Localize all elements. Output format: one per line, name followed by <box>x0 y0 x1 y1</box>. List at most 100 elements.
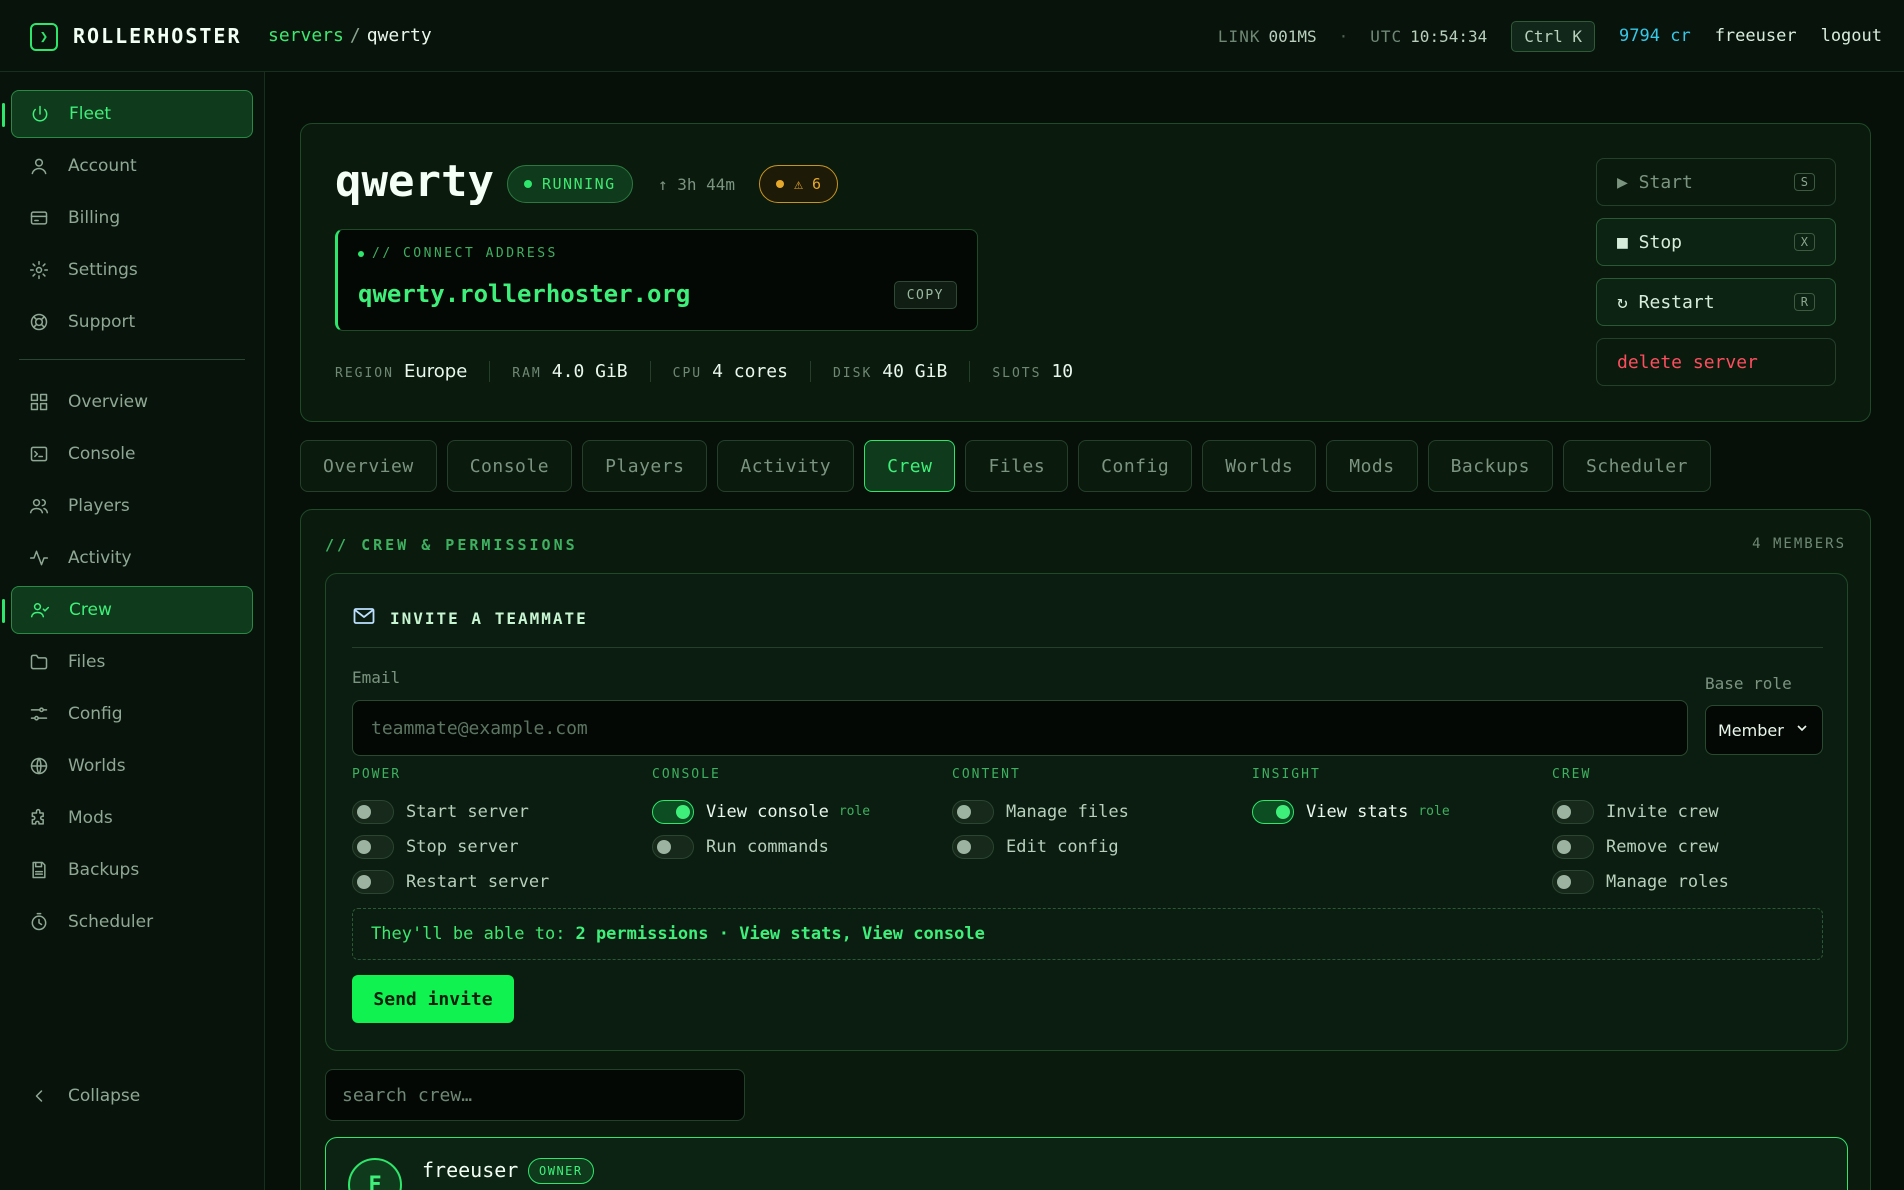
delete-server-button[interactable]: delete server <box>1596 338 1836 386</box>
sidebar-item-config[interactable]: Config <box>11 690 253 738</box>
collapse-label: Collapse <box>68 1086 141 1106</box>
perm-toggle[interactable] <box>352 834 394 859</box>
perm-toggle[interactable] <box>652 799 694 824</box>
sidebar-item-label: Scheduler <box>68 912 154 932</box>
sidebar-item-label: Activity <box>68 548 132 568</box>
perm-toggle[interactable] <box>1552 834 1594 859</box>
restart-button[interactable]: ↻ Restart R <box>1596 278 1836 326</box>
username-link[interactable]: freeuser <box>1715 26 1797 46</box>
perm-label: Manage roles <box>1606 871 1729 892</box>
tab-overview[interactable]: Overview <box>300 440 437 492</box>
perm-toggle[interactable] <box>652 834 694 859</box>
connect-address[interactable]: qwerty.rollerhoster.org <box>358 280 690 308</box>
start-label: ▶ Start <box>1617 171 1693 193</box>
tab-players[interactable]: Players <box>582 440 708 492</box>
tab-backups[interactable]: Backups <box>1427 440 1553 492</box>
sidebar-item-mods[interactable]: Mods <box>11 794 253 842</box>
breadcrumb-servers-link[interactable]: servers <box>268 25 344 46</box>
sidebar-item-overview[interactable]: Overview <box>11 378 253 426</box>
search-crew-input[interactable] <box>325 1069 745 1121</box>
sidebar-item-crew[interactable]: Crew <box>2 586 253 634</box>
perm-view-stats[interactable]: View stats role <box>1252 794 1450 829</box>
spec-value: Europe <box>403 360 468 382</box>
envelope-icon <box>352 604 376 632</box>
connect-address-label: // CONNECT ADDRESS <box>358 246 558 261</box>
sidebar-item-label: Overview <box>68 392 149 412</box>
sidebar-item-files[interactable]: Files <box>11 638 253 686</box>
stop-button[interactable]: ■ Stop X <box>1596 218 1836 266</box>
tab-files[interactable]: Files <box>965 440 1069 492</box>
perm-restart-server[interactable]: Restart server <box>352 864 549 899</box>
copy-address-button[interactable]: COPY <box>893 281 957 309</box>
perm-edit-config[interactable]: Edit config <box>952 829 1129 864</box>
perm-toggle[interactable] <box>1252 799 1294 824</box>
sidebar-item-label: Fleet <box>69 104 112 124</box>
sidebar-item-players[interactable]: Players <box>11 482 253 530</box>
warnings-badge[interactable]: ⚠ 6 <box>759 165 839 203</box>
sidebar-item-settings[interactable]: Settings <box>11 246 253 294</box>
perm-manage-roles[interactable]: Manage roles <box>1552 864 1729 899</box>
perm-remove-crew[interactable]: Remove crew <box>1552 829 1729 864</box>
summary-prefix: They'll be able to: <box>371 924 566 944</box>
save-icon <box>27 858 51 882</box>
credits-balance[interactable]: 9794 cr <box>1619 26 1691 46</box>
logo-icon[interactable]: ❯ <box>30 23 58 51</box>
perm-group-crew: CREW Invite crew Remove crew Manage role… <box>1552 767 1729 899</box>
perm-group-title: POWER <box>352 767 402 782</box>
sidebar-item-label: Files <box>68 652 106 672</box>
utc-clock: 10:54:34 <box>1410 26 1488 46</box>
tab-crew[interactable]: Crew <box>864 440 956 492</box>
sidebar-item-fleet[interactable]: Fleet <box>2 90 253 138</box>
tab-mods[interactable]: Mods <box>1326 440 1418 492</box>
sliders-icon <box>27 702 51 726</box>
perm-label: Restart server <box>406 871 550 892</box>
spec-key: RAM <box>512 365 542 381</box>
base-role-select[interactable]: Member <box>1705 705 1823 755</box>
perm-toggle[interactable] <box>352 869 394 894</box>
email-field[interactable] <box>352 700 1688 756</box>
tab-scheduler[interactable]: Scheduler <box>1562 440 1711 492</box>
perm-start-server[interactable]: Start server <box>352 794 549 829</box>
perm-group-title: CREW <box>1552 767 1592 782</box>
sidebar-item-console[interactable]: Console <box>11 430 253 478</box>
sidebar-item-billing[interactable]: Billing <box>11 194 253 242</box>
perm-manage-files[interactable]: Manage files <box>952 794 1129 829</box>
send-invite-button[interactable]: Send invite <box>352 975 514 1023</box>
spec-key: SLOTS <box>992 365 1042 381</box>
sidebar-item-label: Backups <box>68 860 140 880</box>
perm-toggle[interactable] <box>952 799 994 824</box>
perm-run-commands[interactable]: Run commands <box>652 829 870 864</box>
sidebar-item-account[interactable]: Account <box>11 142 253 190</box>
start-button[interactable]: ▶ Start S <box>1596 158 1836 206</box>
sidebar-collapse-button[interactable]: Collapse <box>11 1072 253 1120</box>
perm-label: Start server <box>406 801 529 822</box>
perm-toggle[interactable] <box>952 834 994 859</box>
brand-name[interactable]: ROLLERHOSTER <box>73 24 242 48</box>
perm-toggle[interactable] <box>1552 799 1594 824</box>
logout-link[interactable]: logout <box>1821 26 1882 46</box>
perm-group-insight: INSIGHT View stats role <box>1252 767 1450 829</box>
invite-divider <box>352 647 1823 648</box>
tab-console[interactable]: Console <box>446 440 573 492</box>
sidebar-item-support[interactable]: Support <box>11 298 253 346</box>
gear-icon <box>27 258 51 282</box>
perm-toggle[interactable] <box>1552 869 1594 894</box>
sidebar-item-backups[interactable]: Backups <box>11 846 253 894</box>
sidebar-divider <box>19 359 245 360</box>
users-icon <box>27 494 51 518</box>
sidebar-item-worlds[interactable]: Worlds <box>11 742 253 790</box>
perm-stop-server[interactable]: Stop server <box>352 829 549 864</box>
crew-panel-title: // CREW & PERMISSIONS <box>325 536 578 554</box>
sidebar-item-activity[interactable]: Activity <box>11 534 253 582</box>
perm-view-console[interactable]: View console role <box>652 794 870 829</box>
perm-invite-crew[interactable]: Invite crew <box>1552 794 1729 829</box>
perm-label: Manage files <box>1006 801 1129 822</box>
sidebar-item-scheduler[interactable]: Scheduler <box>11 898 253 946</box>
command-palette-button[interactable]: Ctrl K <box>1511 20 1596 52</box>
tab-activity[interactable]: Activity <box>717 440 855 492</box>
tab-worlds[interactable]: Worlds <box>1202 440 1317 492</box>
crew-member-row[interactable]: F freeuser OWNER <box>325 1137 1848 1190</box>
lifebuoy-icon <box>27 310 51 334</box>
perm-toggle[interactable] <box>352 799 394 824</box>
tab-config[interactable]: Config <box>1078 440 1193 492</box>
